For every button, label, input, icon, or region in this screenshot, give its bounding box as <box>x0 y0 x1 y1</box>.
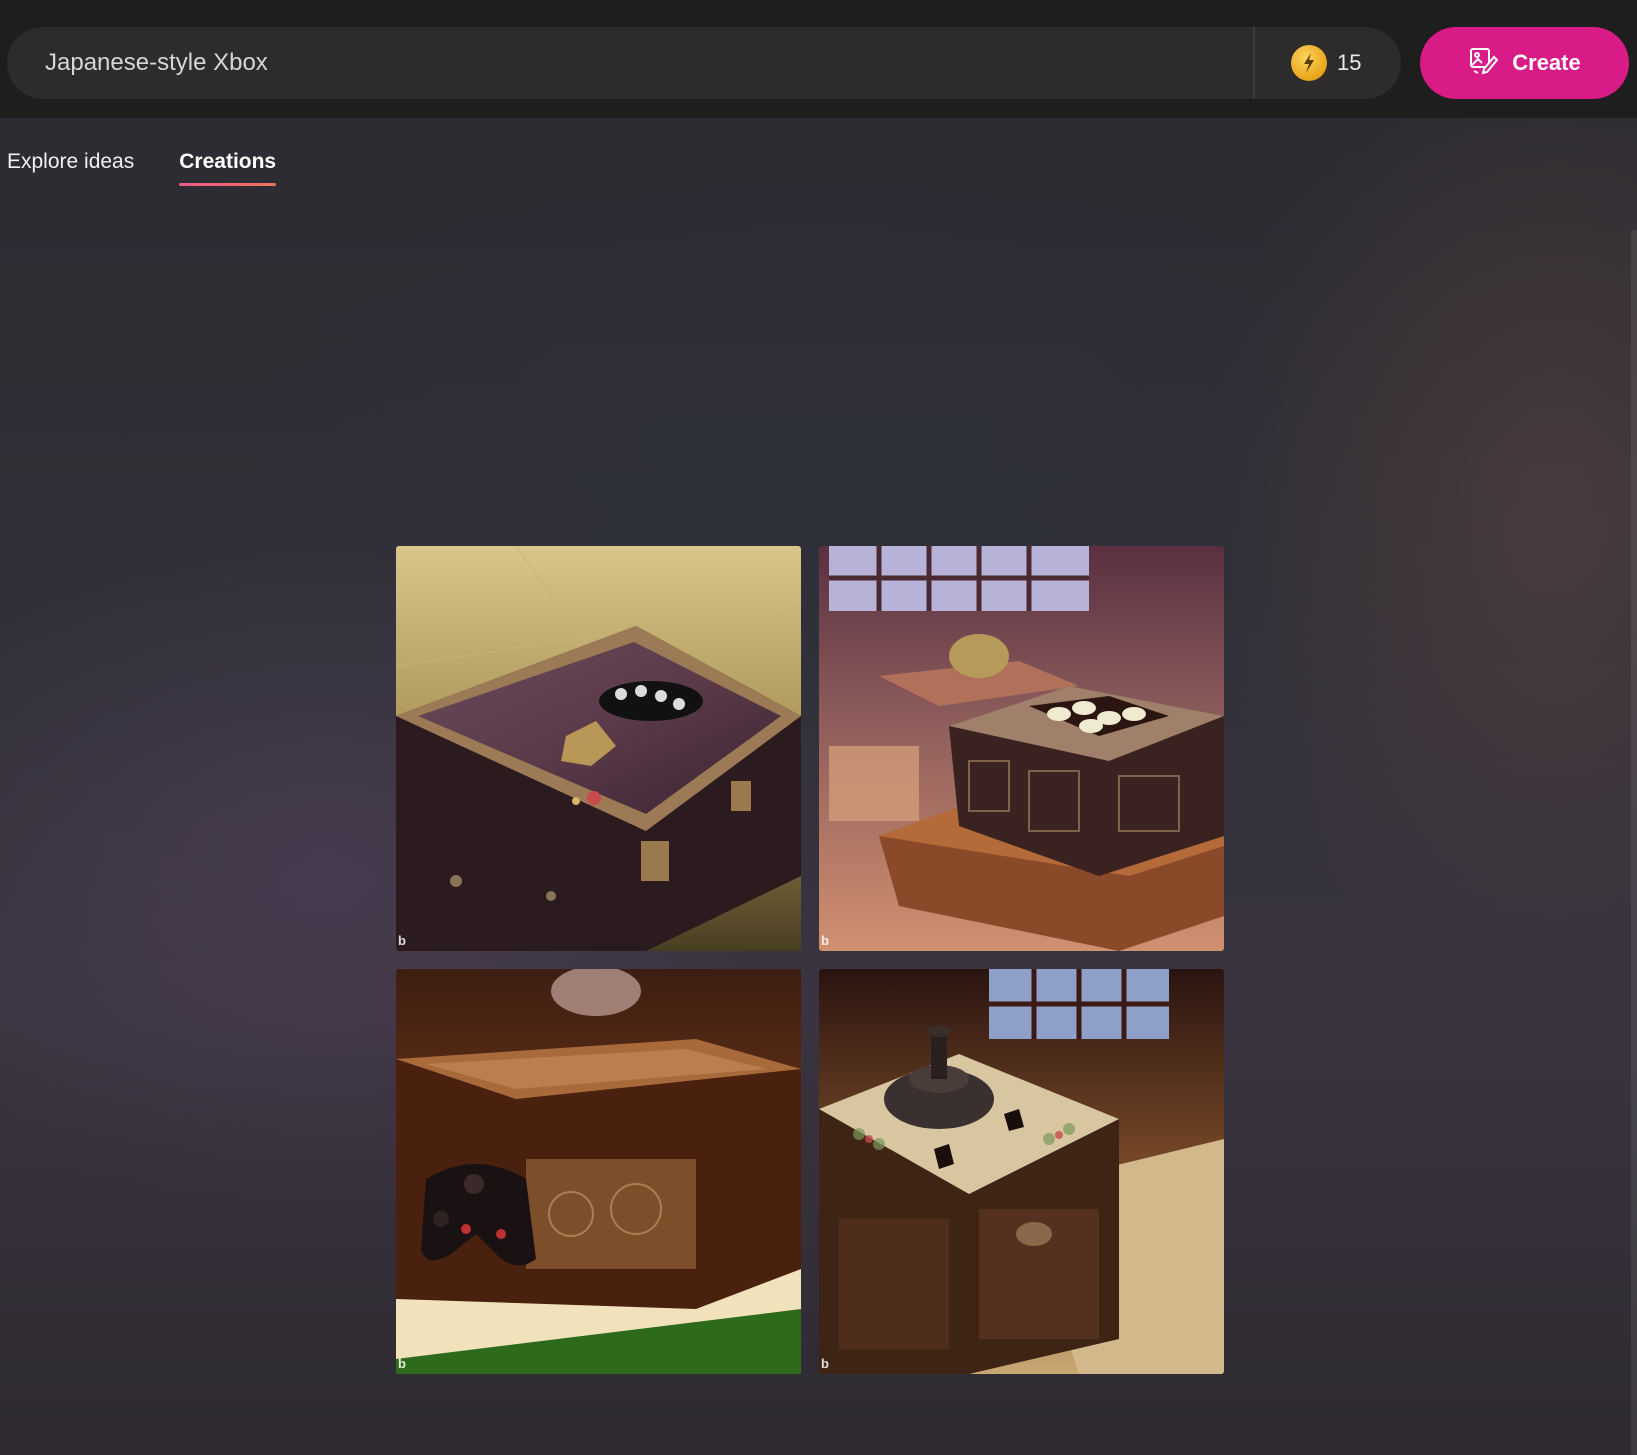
result-image-4[interactable]: b <box>819 969 1224 1374</box>
image-watermark: b <box>821 1356 829 1371</box>
results-grid: b b b b <box>396 546 1224 1374</box>
create-button-label: Create <box>1512 50 1581 75</box>
prompt-input[interactable] <box>37 27 1253 99</box>
image-watermark: b <box>398 933 406 948</box>
boost-count: 15 <box>1337 50 1362 75</box>
result-image-3[interactable]: b <box>396 969 801 1374</box>
image-watermark: b <box>821 933 829 948</box>
top-bar: 15 Create <box>0 0 1637 118</box>
create-image-icon <box>1468 45 1499 81</box>
image-watermark: b <box>398 1356 406 1371</box>
prompt-box: 15 <box>7 27 1401 99</box>
create-button[interactable]: Create <box>1420 27 1629 99</box>
boost-coin-icon <box>1291 45 1327 81</box>
result-image-1[interactable]: b <box>396 546 801 951</box>
tab-creations[interactable]: Creations <box>179 150 276 186</box>
tab-bar: Explore ideas Creations <box>7 150 276 186</box>
result-image-2[interactable]: b <box>819 546 1224 951</box>
tab-explore-ideas[interactable]: Explore ideas <box>7 150 134 186</box>
page-scrollbar[interactable] <box>1631 230 1637 1455</box>
prompt-divider <box>1253 27 1255 99</box>
boost-counter[interactable]: 15 <box>1291 44 1361 82</box>
